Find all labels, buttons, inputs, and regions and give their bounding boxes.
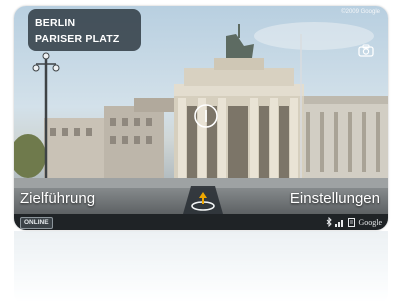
copyright-label: ©2009 Google (341, 9, 380, 15)
location-city: BERLIN (35, 17, 76, 29)
gps-icon (348, 217, 356, 227)
route-guidance-button[interactable]: Zielführung (20, 190, 95, 207)
street-view-screen: BERLIN PARISER PLATZ ©2009 Google Zielfü… (14, 6, 388, 230)
settings-button[interactable]: Einstellungen (290, 190, 380, 207)
bluetooth-icon (327, 217, 333, 227)
signal-icon (335, 219, 344, 227)
location-place: PARISER PLATZ (35, 33, 120, 45)
google-brand: Google (358, 217, 382, 227)
online-badge: ONLINE (20, 217, 53, 229)
status-icons: Google (326, 216, 382, 228)
map-pin-icon[interactable] (177, 184, 229, 214)
status-bar: ONLINE Google (14, 214, 388, 230)
reflection-image: Zielführung Einstellungen (14, 231, 388, 305)
screen-reflection: Zielführung Einstellungen (14, 231, 388, 305)
camera-icon[interactable] (358, 44, 374, 57)
location-panel: BERLIN PARISER PLATZ (28, 9, 141, 51)
